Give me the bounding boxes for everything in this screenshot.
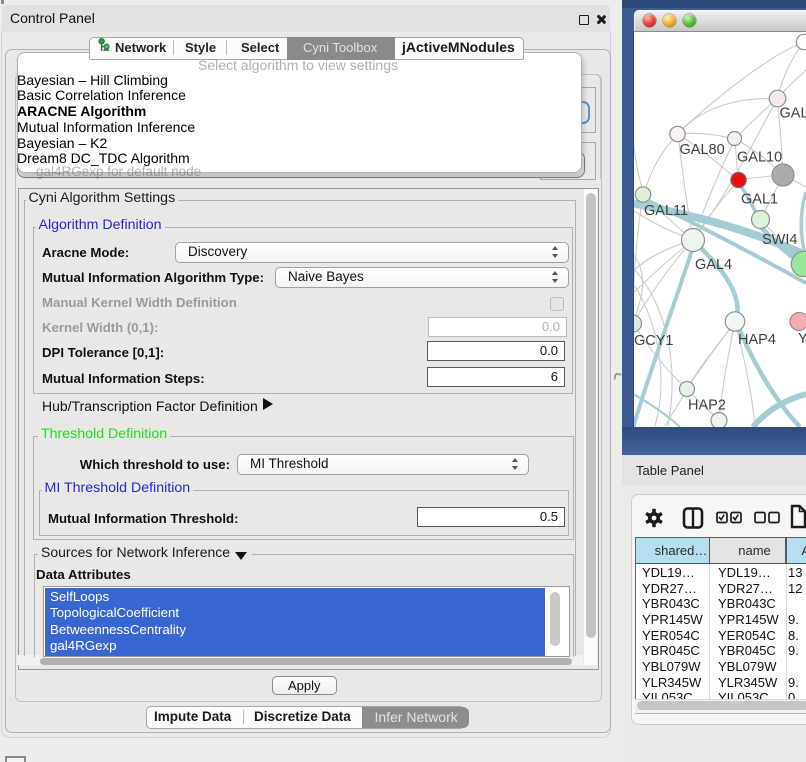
svg-text:GAL2: GAL2 [780, 106, 806, 122]
svg-text:GAL80: GAL80 [680, 142, 725, 158]
svg-text:GCY1: GCY1 [634, 333, 674, 349]
svg-text:HAP4: HAP4 [738, 332, 776, 348]
svg-text:GAL10: GAL10 [737, 150, 782, 166]
svg-text:HAP2: HAP2 [688, 398, 726, 414]
svg-text:GAL11: GAL11 [644, 203, 688, 219]
svg-text:Y: Y [798, 331, 806, 347]
svg-text:GAL1: GAL1 [741, 192, 778, 208]
svg-text:SWI4: SWI4 [762, 232, 797, 248]
svg-text:GAL4: GAL4 [695, 257, 732, 273]
